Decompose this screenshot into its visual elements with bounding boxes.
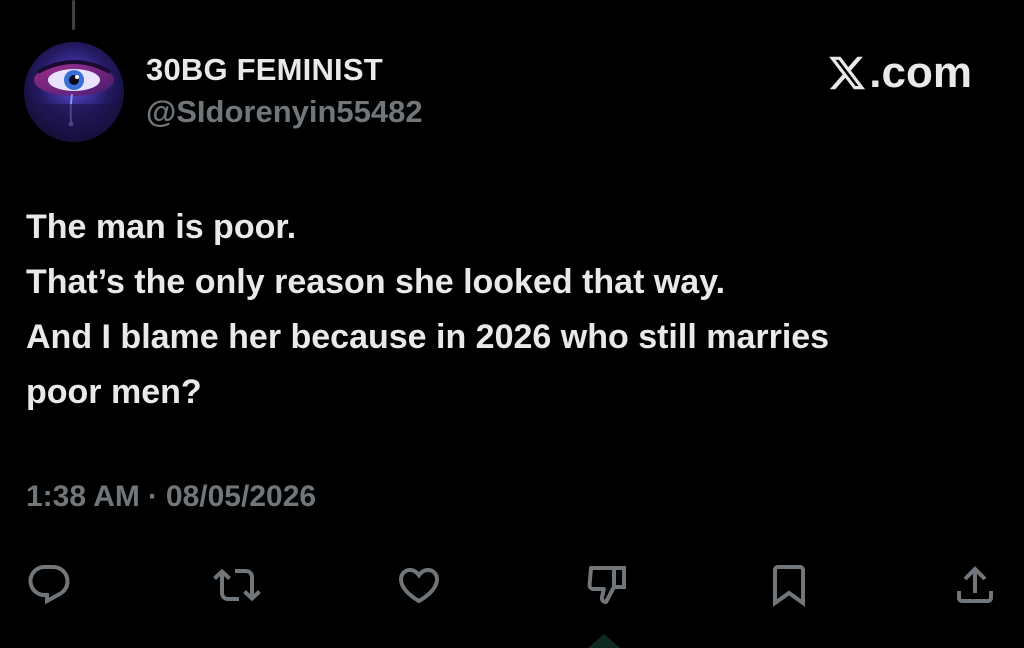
thread-connector-line <box>72 0 75 30</box>
reply-button[interactable] <box>24 560 74 610</box>
share-icon <box>957 566 993 603</box>
tweet-line: The man is poor. <box>26 208 297 246</box>
brand-domain-label: .com <box>869 48 972 97</box>
timestamp-separator: · <box>147 480 158 513</box>
bookmark-icon <box>773 565 805 607</box>
retweet-button[interactable] <box>212 560 262 610</box>
tweet-time: 1:38 AM <box>26 480 140 513</box>
reply-icon <box>28 565 70 605</box>
bottom-tab-indicator <box>588 634 620 648</box>
tweet-line: poor men? <box>26 373 202 411</box>
tweet-date: 08/05/2026 <box>165 480 317 513</box>
heart-icon <box>398 568 440 604</box>
author-handle[interactable]: @SIdorenyin55482 <box>146 94 423 130</box>
tweet-timestamp[interactable]: 1:38 AM · 08/05/2026 <box>26 480 316 514</box>
tweet-line: And I blame her because in 2026 who stil… <box>26 318 830 356</box>
tweet-text: The man is poor. That’s the only reason … <box>26 200 986 420</box>
author-display-name[interactable]: 30BG FEMINIST <box>146 52 383 88</box>
x-logo-icon <box>829 56 866 90</box>
downvote-button[interactable] <box>582 560 632 610</box>
tweet-line: That’s the only reason she looked that w… <box>26 263 726 301</box>
brand-watermark: .com <box>827 48 972 98</box>
avatar[interactable] <box>24 42 124 142</box>
like-button[interactable] <box>394 560 444 610</box>
bookmark-button[interactable] <box>764 560 814 610</box>
tweet-action-bar <box>0 560 1024 610</box>
retweet-icon <box>213 568 261 602</box>
avatar-image <box>24 42 124 142</box>
thumbs-down-icon <box>587 566 626 604</box>
share-button[interactable] <box>950 560 1000 610</box>
